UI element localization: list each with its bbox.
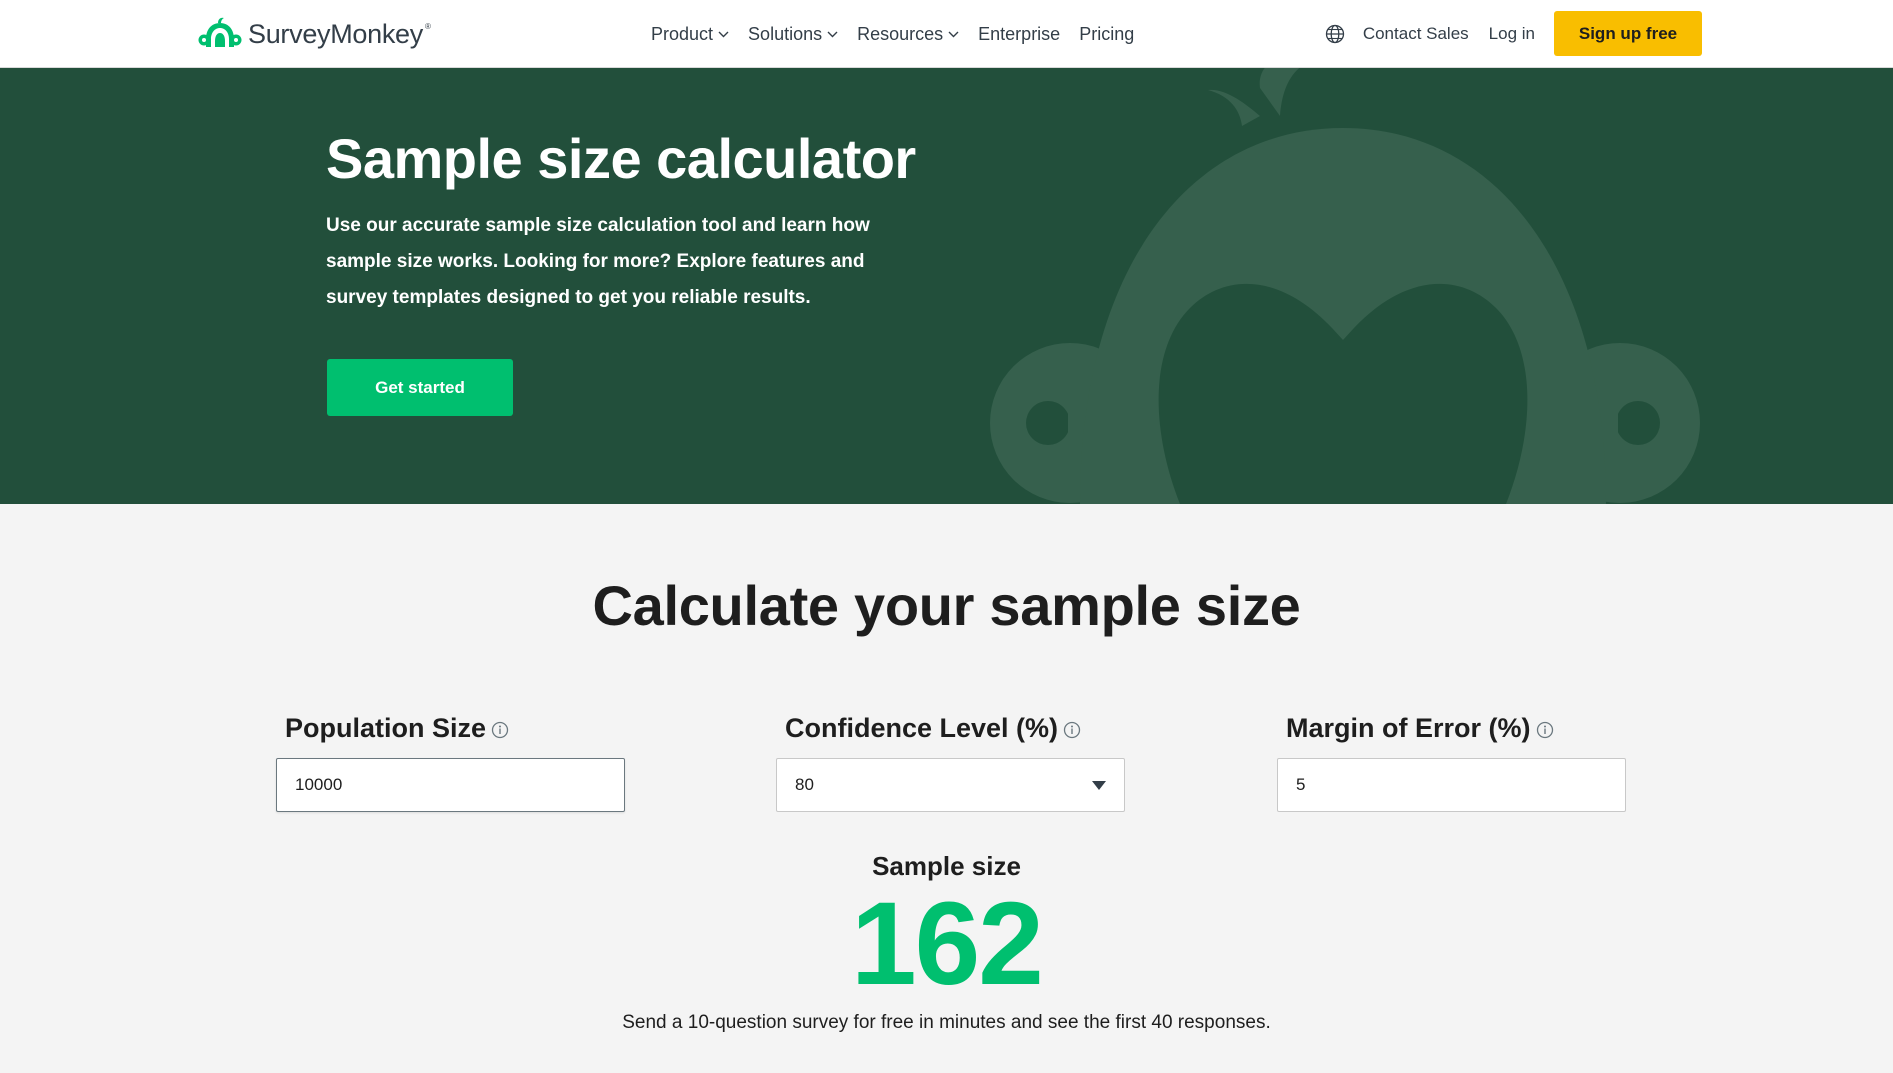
margin-of-error-field: Margin of Error (%) 5 xyxy=(1277,710,1627,812)
population-size-input[interactable]: 10000 xyxy=(276,758,625,812)
confidence-level-label-text: Confidence Level (%) xyxy=(785,712,1059,743)
free-survey-note: Send a 10-question survey for free in mi… xyxy=(622,1012,1271,1033)
margin-of-error-value: 5 xyxy=(1296,775,1306,794)
nav-solutions-label: Solutions xyxy=(748,23,823,44)
monkey-logo-icon xyxy=(198,17,242,47)
nav-solutions[interactable]: Solutions xyxy=(748,24,838,45)
caret-down-icon xyxy=(1092,780,1106,790)
logo-wordmark: SurveyMonkey xyxy=(248,18,423,49)
get-started-button[interactable]: Get started xyxy=(327,359,513,416)
sign-up-button[interactable]: Sign up free xyxy=(1554,11,1702,56)
contact-sales-link[interactable]: Contact Sales xyxy=(1363,24,1469,44)
population-size-label-text: Population Size xyxy=(285,712,487,743)
surveymonkey-logo[interactable]: SurveyMonkey ® xyxy=(198,16,431,52)
chevron-down-icon xyxy=(718,31,729,37)
chevron-down-icon xyxy=(827,31,838,37)
population-size-value: 10000 xyxy=(295,775,343,794)
info-icon[interactable] xyxy=(491,721,509,739)
hero-section: Sample size calculator Use our accurate … xyxy=(0,68,1893,504)
header-actions: Contact Sales Log in Sign up free xyxy=(1325,11,1702,56)
info-icon[interactable] xyxy=(1536,721,1554,739)
nav-product-label: Product xyxy=(651,23,714,44)
monkey-illustration xyxy=(990,68,1700,504)
confidence-level-select[interactable]: 80 xyxy=(776,758,1125,812)
confidence-level-field: Confidence Level (%) 80 xyxy=(776,710,1126,812)
margin-of-error-label: Margin of Error (%) xyxy=(1277,710,1627,746)
calculator-title: Calculate your sample size xyxy=(592,574,1301,637)
nav-resources[interactable]: Resources xyxy=(857,24,959,45)
population-size-field: Population Size 10000 xyxy=(276,710,626,812)
info-icon[interactable] xyxy=(1063,721,1081,739)
sample-size-result: 162 xyxy=(851,878,1044,1010)
nav-pricing[interactable]: Pricing xyxy=(1079,24,1134,45)
population-size-label: Population Size xyxy=(276,710,626,746)
main-nav: Product Solutions Resources Enterprise P… xyxy=(651,22,1134,46)
nav-enterprise[interactable]: Enterprise xyxy=(978,24,1060,45)
confidence-level-label: Confidence Level (%) xyxy=(776,710,1126,746)
globe-icon[interactable] xyxy=(1325,24,1345,44)
nav-resources-label: Resources xyxy=(857,23,944,44)
nav-enterprise-label: Enterprise xyxy=(978,23,1061,44)
hero-description: Use our accurate sample size calculation… xyxy=(326,215,870,308)
hero-title: Sample size calculator xyxy=(326,127,916,190)
chevron-down-icon xyxy=(948,31,959,37)
nav-product[interactable]: Product xyxy=(651,24,729,45)
margin-of-error-input[interactable]: 5 xyxy=(1277,758,1626,812)
confidence-level-value: 80 xyxy=(795,775,814,794)
site-header: SurveyMonkey ® Product Solutions Resourc… xyxy=(0,0,1893,68)
nav-pricing-label: Pricing xyxy=(1079,23,1135,44)
margin-of-error-label-text: Margin of Error (%) xyxy=(1286,712,1531,743)
log-in-link[interactable]: Log in xyxy=(1489,24,1535,44)
registered-mark: ® xyxy=(424,22,431,31)
